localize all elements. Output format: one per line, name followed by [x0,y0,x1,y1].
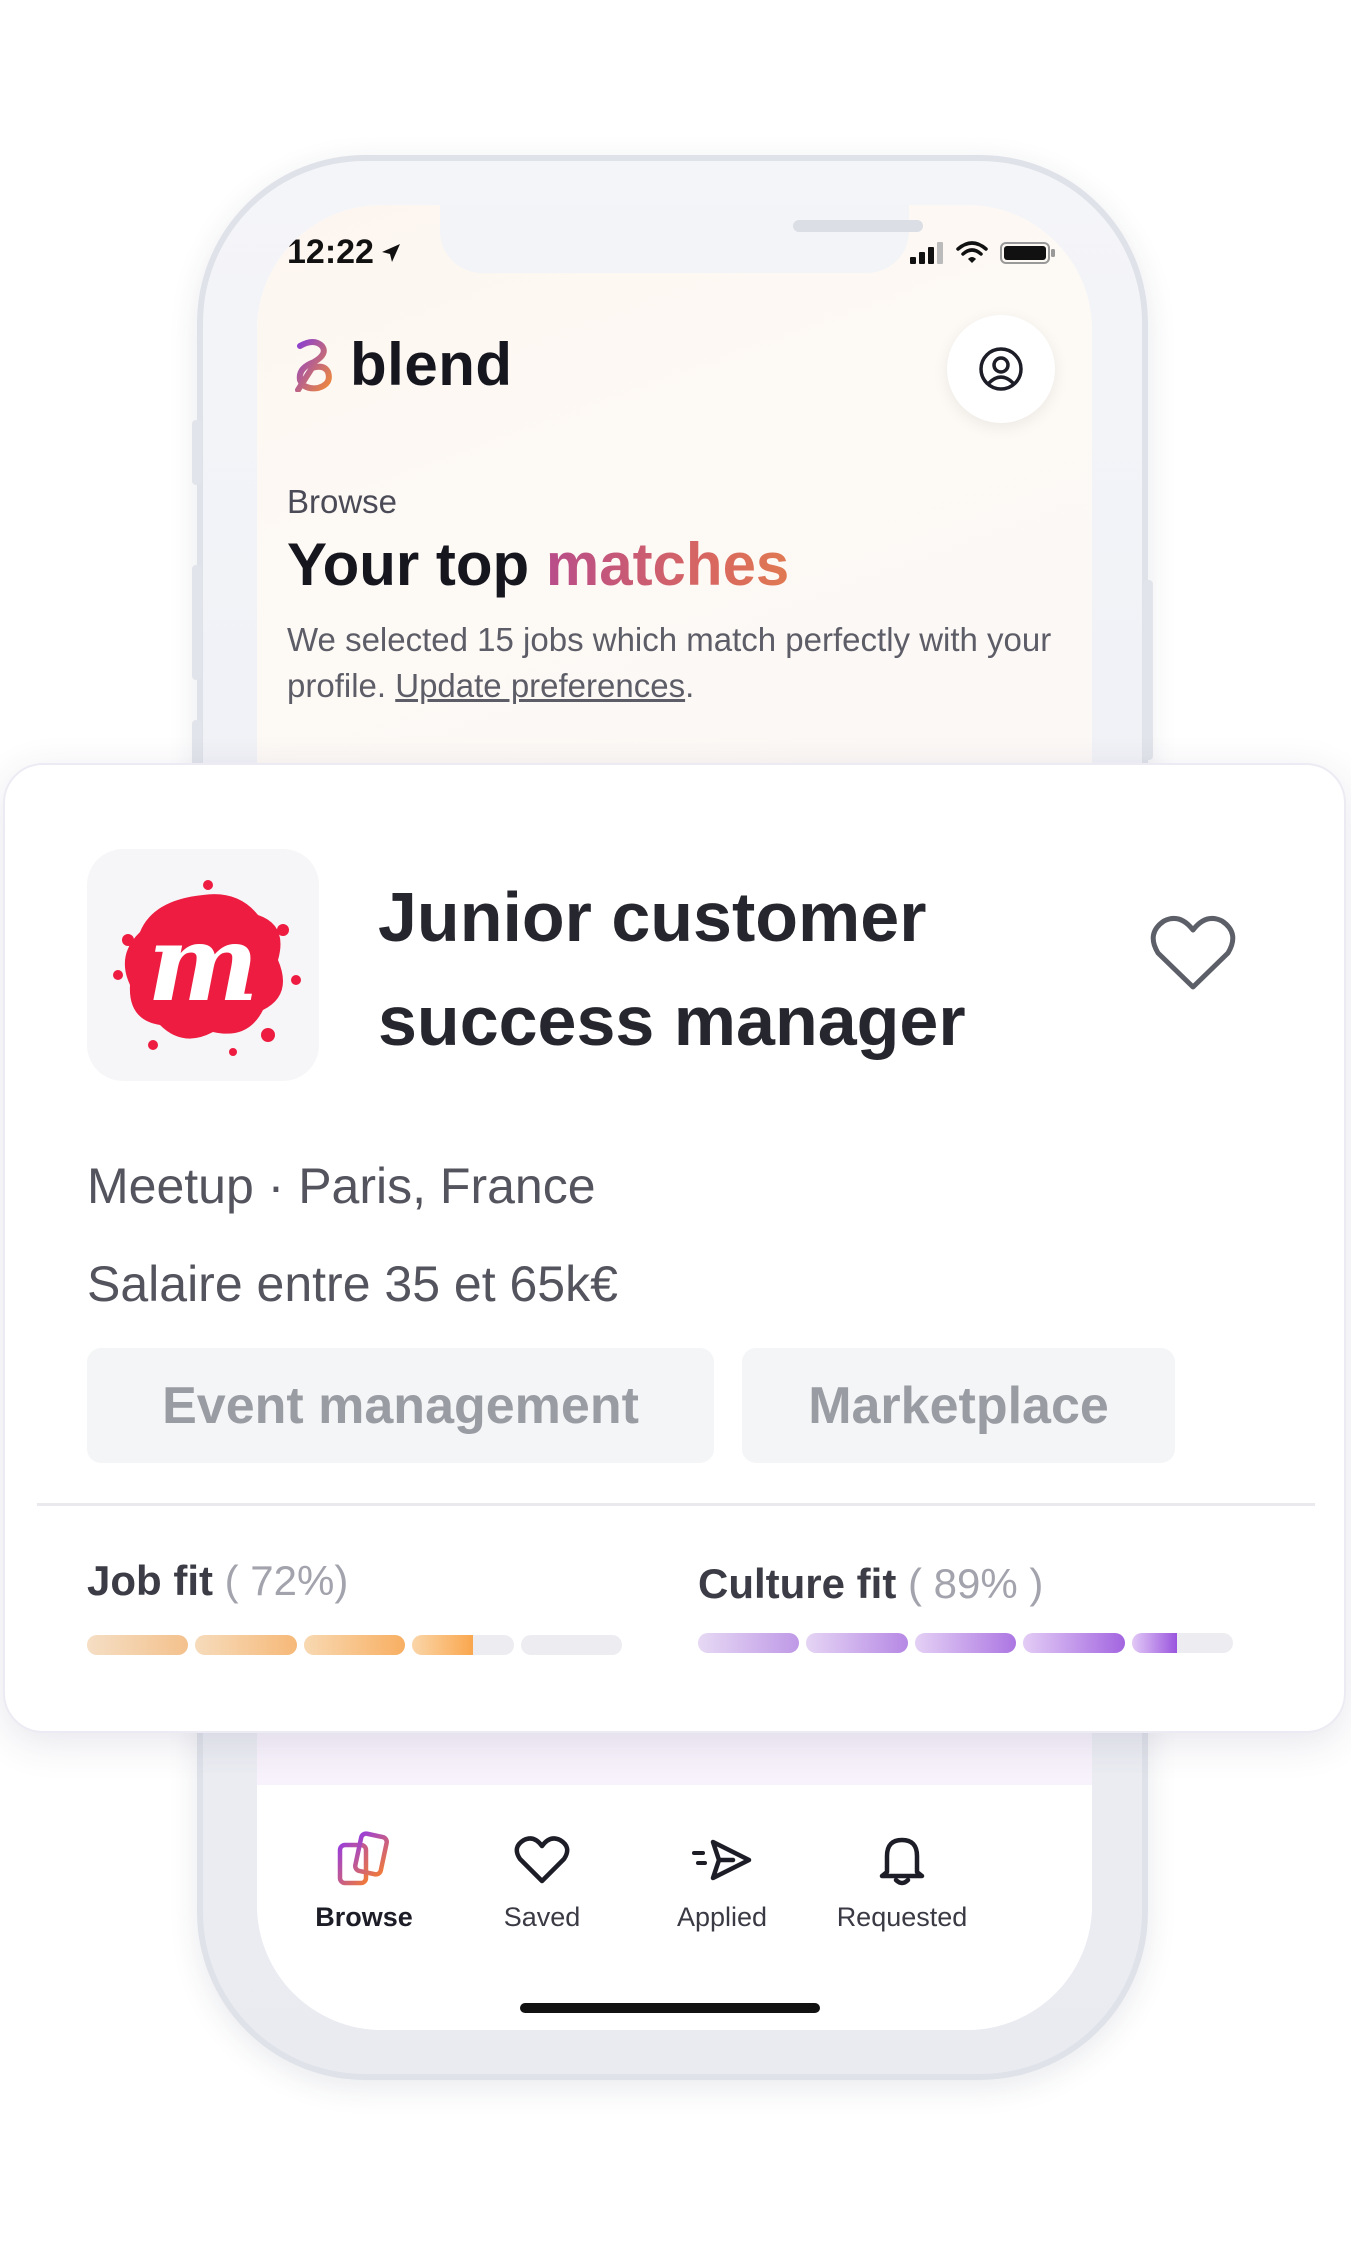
job-title[interactable]: Junior customer success manager [378,865,1098,1073]
job-fit-value: ( 72%) [224,1557,349,1604]
culture-fit-value: ( 89% ) [907,1560,1044,1607]
job-fit-segment-fill [195,1635,297,1655]
location-arrow-icon [381,243,400,262]
phone-volume-up-button [192,565,202,680]
nav-requested[interactable]: Requested [822,1830,982,1933]
culture-fit-segment-fill [1131,1633,1178,1653]
status-time: 12:22 [287,233,402,272]
page-title-accent: matches [545,531,790,598]
job-fit-label: Job fit ( 72%) [87,1557,348,1605]
salary-range: Salaire entre 35 et 65k€ [87,1256,618,1312]
wifi-icon [956,241,988,263]
culture-fit-progress-bar [698,1633,1234,1653]
subtitle-end: . [685,667,695,704]
battery-icon [1000,242,1055,264]
job-fit-segment [303,1635,406,1655]
job-fit-progress-bar [87,1635,623,1655]
culture-fit-segment-fill [1023,1633,1125,1653]
send-icon [692,1839,752,1881]
job-fit-segment [87,1635,189,1655]
page-subtitle: We selected 15 jobs which match perfectl… [287,617,1067,709]
culture-fit-segment [1023,1633,1125,1653]
home-indicator [520,2003,820,2013]
app-name: blend [350,331,513,398]
card-divider [37,1503,1315,1506]
heart-outline-icon [1150,916,1236,990]
heart-icon [514,1836,570,1884]
culture-fit-segment-fill [698,1633,800,1653]
culture-fit-title: Culture fit [698,1560,897,1607]
nav-browse[interactable]: Browse [284,1830,444,1933]
job-fit-title: Job fit [87,1557,213,1604]
job-fit-segment [412,1635,514,1655]
section-eyebrow: Browse [287,483,398,520]
nav-saved-label: Saved [503,1902,581,1932]
nav-applied[interactable]: Applied [642,1830,802,1933]
culture-fit-segment-fill [914,1633,1017,1653]
status-time-text: 12:22 [287,233,374,271]
culture-fit-segment [914,1633,1017,1653]
nav-browse-label: Browse [315,1902,413,1932]
culture-fit-segment [1131,1633,1234,1653]
tag-event-management: Event management [87,1348,714,1463]
culture-fit-segment [698,1633,800,1653]
bell-icon [879,1837,925,1886]
status-icons [910,241,1056,265]
company-location: Meetup · Paris, France [87,1158,596,1214]
nav-applied-label: Applied [676,1902,768,1932]
nav-saved[interactable]: Saved [462,1830,622,1933]
tag-marketplace: Marketplace [742,1348,1175,1463]
browse-cards-icon [337,1831,389,1886]
company-logo: m [87,849,319,1081]
svg-text:m: m [147,901,258,1025]
job-fit-segment [520,1635,623,1655]
user-circle-icon [979,347,1023,391]
culture-fit-segment-fill [806,1633,908,1653]
phone-power-button [1143,580,1153,760]
job-fit-segment-fill [412,1635,474,1655]
app-logo: blend [292,330,513,399]
job-fit-segment-fill [87,1635,189,1655]
profile-button[interactable] [947,315,1055,423]
culture-fit-segment [806,1633,908,1653]
page-title-prefix: Your top [287,531,530,598]
save-job-button[interactable] [1145,905,1241,1001]
update-preferences-link[interactable]: Update preferences [395,667,685,704]
bottom-nav: Browse Saved Applied Requested [257,1785,1092,2030]
cellular-signal-icon [910,242,943,264]
meetup-logo-icon: m [113,880,301,1056]
phone-side-button [192,420,202,485]
nav-requested-label: Requested [836,1902,968,1932]
page-title: Your top matches [287,530,789,599]
job-card[interactable]: m Junior customer success manager Meetup… [3,763,1346,1733]
speaker [793,220,923,232]
job-fit-segment [195,1635,297,1655]
notch [440,205,923,273]
culture-fit-label: Culture fit ( 89% ) [698,1560,1043,1608]
job-fit-segment-fill [303,1635,406,1655]
blend-logo-icon [295,338,332,392]
